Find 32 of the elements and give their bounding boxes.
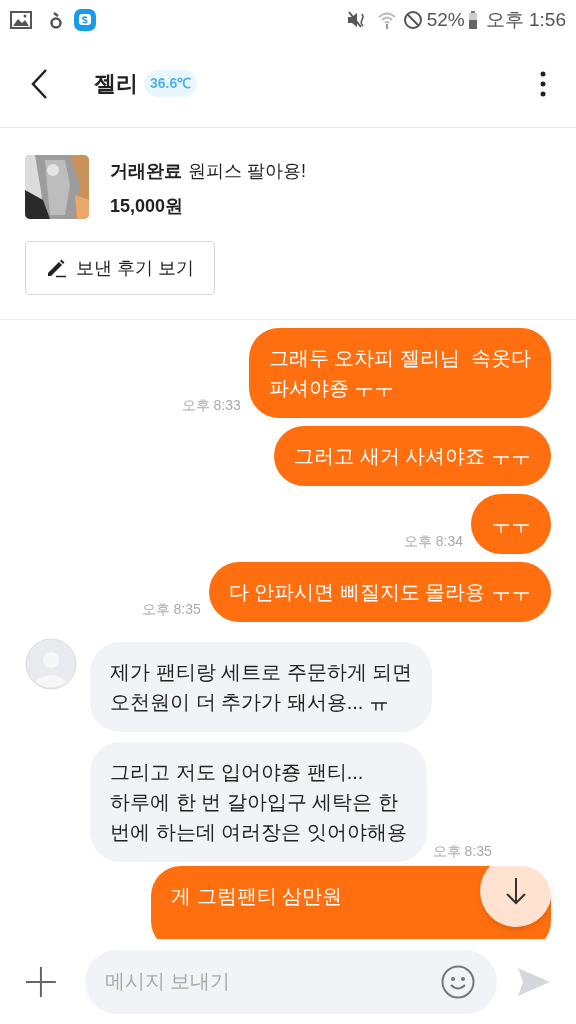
arrow-down-icon — [505, 877, 527, 905]
sent-message: 다 안파시면 삐질지도 몰라용 ㅜㅜ — [208, 562, 551, 622]
wifi-icon — [376, 10, 397, 30]
more-icon[interactable] — [540, 70, 546, 97]
sent-message: 그러고 새거 사셔야죠 ㅜㅜ — [274, 426, 551, 486]
battery-icon — [467, 10, 478, 30]
gallery-icon — [10, 10, 32, 30]
back-icon[interactable] — [30, 67, 50, 100]
plus-icon[interactable] — [25, 965, 57, 998]
app-icon — [74, 9, 96, 31]
notification-icon — [50, 10, 62, 30]
message-input[interactable]: 메시지 보내기 — [84, 949, 498, 1014]
product-title: 원피스 팔아용! — [188, 160, 306, 183]
review-button[interactable]: 보낸 후기 보기 — [25, 241, 215, 295]
message-time: 오후 8:35 — [432, 842, 492, 861]
message-time: 오후 8:34 — [403, 532, 463, 551]
chat-title: 젤리 — [94, 70, 138, 98]
clock: 오후 1:56 — [485, 7, 566, 32]
scroll-down-button[interactable] — [480, 855, 552, 927]
battery-percent: 52% — [426, 7, 465, 32]
message-time: 오후 8:35 — [141, 600, 201, 619]
pencil-icon — [46, 258, 66, 278]
sent-message: 그래두 오차피 젤리님 속옷다 파셔야죵 ㅜㅜ — [248, 328, 551, 418]
sent-message: ㅜㅜ — [471, 494, 551, 554]
blocked-icon — [402, 10, 423, 30]
message-time: 오후 8:33 — [181, 396, 241, 415]
received-message: 그리고 저도 입어야죵 팬티... 하루에 한 번 갈아입구 세탁은 한 번에 하는데 여러장은 잇어야해용 — [90, 742, 427, 862]
temperature-badge: 36.6℃ — [144, 70, 198, 97]
product-price: 15,000원 — [110, 195, 185, 218]
emoji-icon[interactable] — [441, 964, 476, 999]
received-message: 제가 팬티랑 세트로 주문하게 되면 오천원이 더 추가가 돼서용... ㅠ — [90, 642, 433, 732]
status-label: 거래완료 — [110, 160, 182, 183]
